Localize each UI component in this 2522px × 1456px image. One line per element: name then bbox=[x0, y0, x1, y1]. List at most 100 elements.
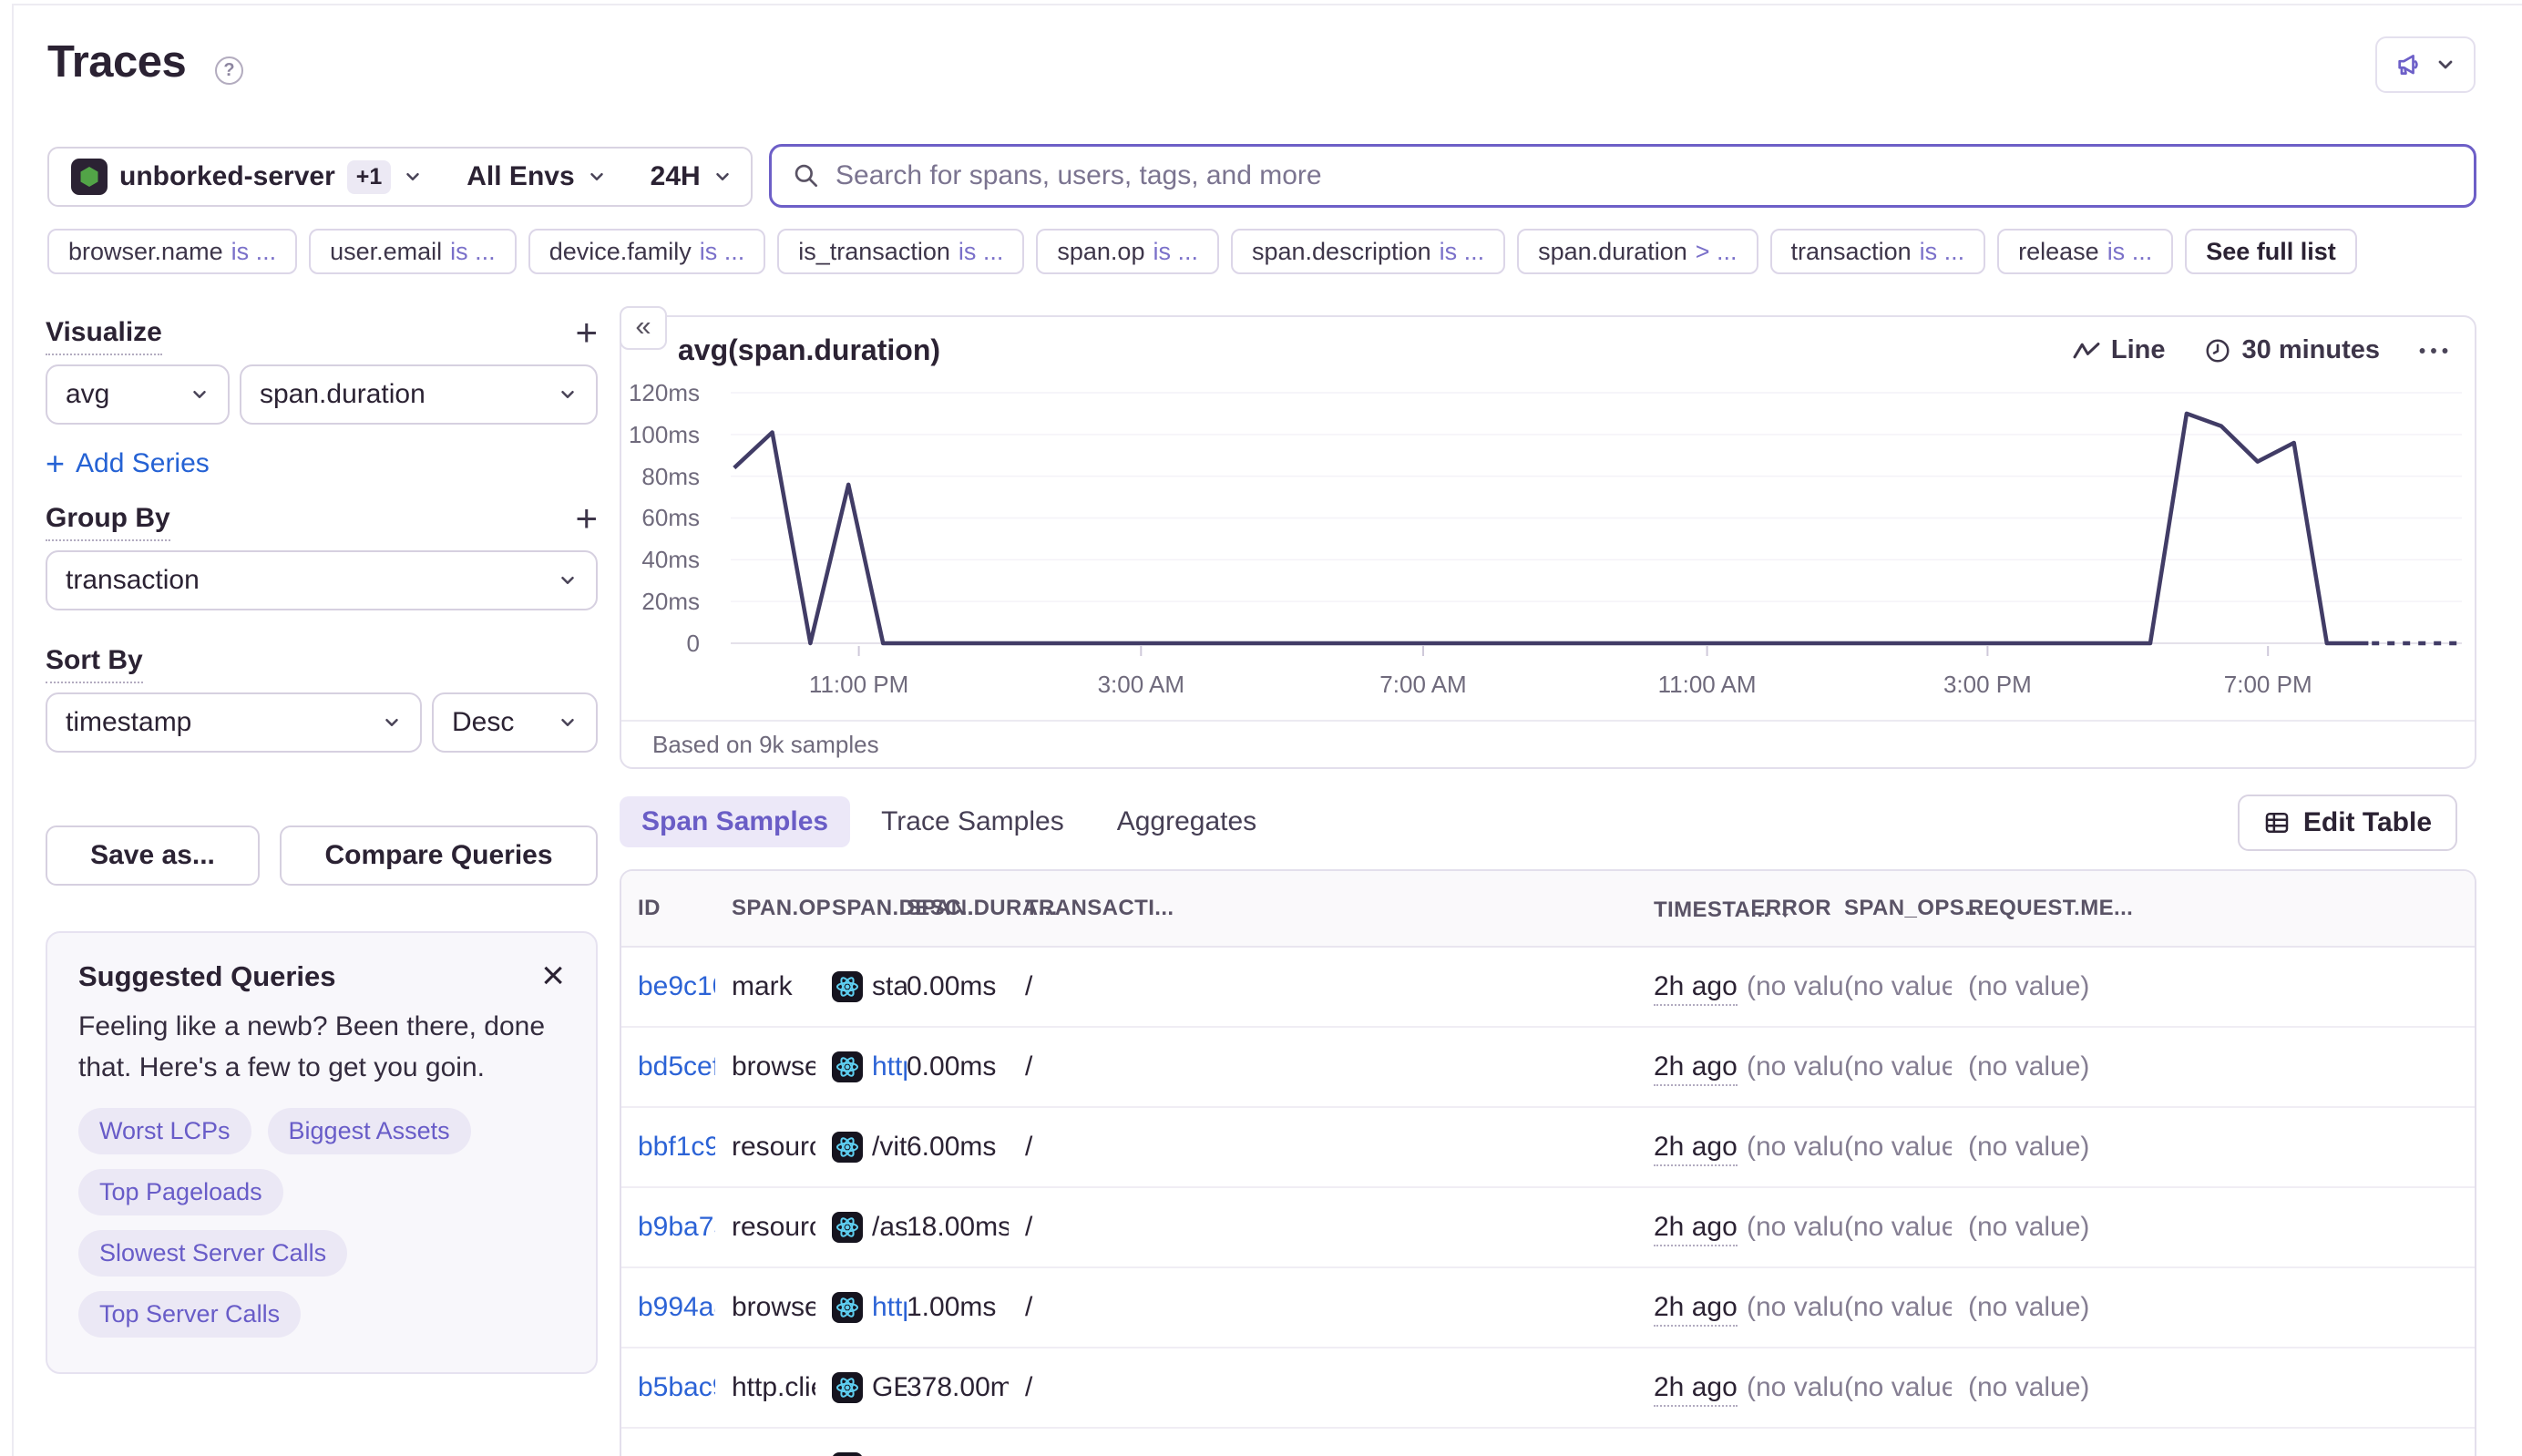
span-id-link[interactable]: b5bac9fd bbox=[638, 1372, 715, 1402]
span-description-link[interactable]: http://l... bbox=[872, 1051, 907, 1082]
filter-chip-operator: is ... bbox=[700, 238, 745, 266]
filter-chip-field: user.email bbox=[330, 238, 442, 266]
span-id-link[interactable]: b41bfb26 bbox=[638, 1452, 715, 1456]
span-id-link[interactable]: bd5cef68 bbox=[638, 1051, 715, 1082]
collapse-sidebar-button[interactable]: « bbox=[620, 306, 667, 350]
timestamp-link[interactable]: 2h ago bbox=[1654, 1212, 1738, 1246]
timestamp-link[interactable]: 2h ago bbox=[1654, 1372, 1738, 1407]
transaction-cell: / bbox=[1009, 1027, 1637, 1107]
filter-chip-user.email[interactable]: user.emailis ... bbox=[309, 229, 517, 274]
edit-table-button[interactable]: Edit Table bbox=[2238, 795, 2457, 851]
column-header-label: SPAN.OP bbox=[732, 896, 831, 920]
span-id-link[interactable]: bbf1c904 bbox=[638, 1132, 715, 1162]
span-id-link[interactable]: be9c10ac bbox=[638, 971, 715, 1001]
request-method-cell: (no value) bbox=[1952, 1348, 2476, 1428]
timestamp-link[interactable]: 2h ago bbox=[1654, 971, 1738, 1006]
group-by-select[interactable]: transaction bbox=[46, 550, 598, 610]
aggregate-function-select[interactable]: avg bbox=[46, 364, 230, 425]
see-full-list-chip[interactable]: See full list bbox=[2185, 229, 2357, 274]
column-header-error[interactable]: ERROR bbox=[1747, 871, 1844, 947]
span-id-cell: b9ba7345 bbox=[621, 1187, 715, 1267]
filter-chip-device.family[interactable]: device.familyis ... bbox=[528, 229, 766, 274]
y-axis-label: 120ms bbox=[629, 378, 700, 407]
span-op-cell: http.client bbox=[715, 1348, 815, 1428]
tab-span-samples[interactable]: Span Samples bbox=[620, 796, 850, 847]
help-icon[interactable]: ? bbox=[215, 56, 243, 85]
table-row: b41bfb26resource.ifra...https://...276.0… bbox=[621, 1428, 2476, 1456]
table-row: bbf1c904resource.other/vite.svg6.00ms/2h… bbox=[621, 1107, 2476, 1187]
suggested-query-pill[interactable]: Slowest Server Calls bbox=[78, 1230, 347, 1277]
column-header-transaction[interactable]: TRANSACTI... bbox=[1009, 871, 1637, 947]
suggested-query-pill[interactable]: Top Pageloads bbox=[78, 1169, 283, 1215]
span-duration-cell: 1.00ms bbox=[907, 1267, 1009, 1348]
close-icon[interactable]: × bbox=[541, 960, 565, 991]
search-input[interactable] bbox=[834, 159, 2454, 192]
add-visualize-button[interactable]: + bbox=[575, 317, 598, 348]
tab-trace-samples[interactable]: Trace Samples bbox=[859, 796, 1086, 847]
chart-type-label: Line bbox=[2111, 335, 2166, 365]
top-divider bbox=[13, 4, 2522, 5]
transaction-cell: / bbox=[1009, 1187, 1637, 1267]
span-ops-cell: (no value) bbox=[1844, 1267, 1952, 1348]
search-icon bbox=[792, 161, 821, 190]
chart-title: avg(span.duration) bbox=[678, 333, 940, 367]
filter-chip-span.duration[interactable]: span.duration> ... bbox=[1517, 229, 1758, 274]
timestamp-link[interactable]: 2h ago bbox=[1654, 1452, 1738, 1456]
column-header-request_method[interactable]: REQUEST.ME... bbox=[1952, 871, 2476, 947]
y-axis-label: 0 bbox=[687, 629, 700, 658]
chevron-down-icon bbox=[558, 385, 578, 405]
filter-chip-span.description[interactable]: span.descriptionis ... bbox=[1231, 229, 1505, 274]
add-group-by-button[interactable]: + bbox=[575, 503, 598, 534]
chart-interval-button[interactable]: 30 minutes bbox=[2204, 335, 2381, 365]
suggested-query-pill[interactable]: Worst LCPs bbox=[78, 1108, 251, 1154]
column-header-span_dur[interactable]: SPAN.DURA... bbox=[907, 871, 1009, 947]
suggested-query-pill[interactable]: Biggest Assets bbox=[268, 1108, 471, 1154]
search-bar[interactable] bbox=[769, 144, 2476, 208]
span-description-link[interactable]: http://l... bbox=[872, 1292, 907, 1323]
sort-field-select[interactable]: timestamp bbox=[46, 692, 422, 753]
chevron-down-icon bbox=[558, 713, 578, 733]
timestamp-link[interactable]: 2h ago bbox=[1654, 1051, 1738, 1086]
column-header-span_ops[interactable]: SPAN_OPS.... bbox=[1844, 871, 1952, 947]
column-header-label: ERROR bbox=[1750, 896, 1831, 920]
sort-direction-select[interactable]: Desc bbox=[432, 692, 598, 753]
suggested-query-pills: Worst LCPs Biggest Assets Top Pageloads Slo… bbox=[78, 1108, 565, 1338]
add-series-button[interactable]: + Add Series bbox=[46, 445, 210, 483]
column-header-id[interactable]: ID bbox=[621, 871, 715, 947]
save-as-button[interactable]: Save as... bbox=[46, 825, 260, 886]
chart-type-button[interactable]: Line bbox=[2073, 335, 2166, 365]
react-icon bbox=[832, 1212, 863, 1243]
span-duration-cell: 18.00ms bbox=[907, 1187, 1009, 1267]
span-ops-cell: (no value) bbox=[1844, 1107, 1952, 1187]
filter-chip-transaction[interactable]: transactionis ... bbox=[1770, 229, 1986, 274]
transaction-cell: / bbox=[1009, 947, 1637, 1027]
chart-x-axis: 11:00 PM3:00 AM7:00 AM11:00 AM3:00 PM7:0… bbox=[731, 671, 2462, 700]
filter-chip-release[interactable]: releaseis ... bbox=[1997, 229, 2173, 274]
column-header-span_op[interactable]: SPAN.OP bbox=[715, 871, 815, 947]
chevron-down-icon bbox=[558, 570, 578, 590]
table-row: b5bac9fdhttp.clientGET htt...378.00ms/2h… bbox=[621, 1348, 2476, 1428]
time-range-selector[interactable]: 24H bbox=[629, 149, 754, 205]
project-selector[interactable]: unborked-server +1 bbox=[49, 149, 445, 205]
filter-chip-is_transaction[interactable]: is_transactionis ... bbox=[777, 229, 1024, 274]
timestamp-link[interactable]: 2h ago bbox=[1654, 1292, 1738, 1327]
filter-chip-span.op[interactable]: span.opis ... bbox=[1036, 229, 1219, 274]
column-header-timestamp[interactable]: TIMESTA...↓ bbox=[1637, 871, 1747, 947]
filter-chip-browser.name[interactable]: browser.nameis ... bbox=[47, 229, 297, 274]
chart-svg bbox=[731, 385, 2462, 658]
chart-menu-button[interactable] bbox=[2418, 346, 2449, 355]
feedback-button[interactable] bbox=[2375, 36, 2476, 93]
filter-chip-operator: is ... bbox=[1920, 238, 1965, 266]
tab-aggregates[interactable]: Aggregates bbox=[1095, 796, 1278, 847]
timestamp-link[interactable]: 2h ago bbox=[1654, 1132, 1738, 1166]
aggregate-field-select[interactable]: span.duration bbox=[240, 364, 598, 425]
compare-queries-button[interactable]: Compare Queries bbox=[280, 825, 598, 886]
suggested-query-pill[interactable]: Top Server Calls bbox=[78, 1291, 301, 1338]
span-id-link[interactable]: b994a827 bbox=[638, 1292, 715, 1322]
span-id-link[interactable]: b9ba7345 bbox=[638, 1212, 715, 1242]
line-chart-icon bbox=[2073, 339, 2100, 363]
span-op-cell: browser.cache bbox=[715, 1267, 815, 1348]
page-title: Traces bbox=[47, 36, 186, 87]
span-description-link[interactable]: https://... bbox=[872, 1452, 907, 1456]
environment-selector[interactable]: All Envs bbox=[445, 149, 628, 205]
